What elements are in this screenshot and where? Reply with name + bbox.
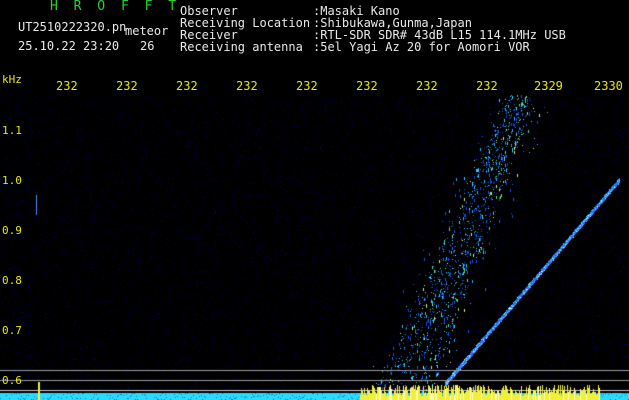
time-tick-label: 232 xyxy=(116,79,138,93)
info-value-antenna: :5el Yagi Az 20 for Aomori VOR xyxy=(313,40,530,54)
info-labels: Observer Receiving Location Receiver Rec… xyxy=(180,5,310,53)
time-tick-label: 232 xyxy=(56,79,78,93)
timestamp: 25.10.22 23:20 xyxy=(18,39,120,53)
app-title: H R O F F T xyxy=(50,0,181,14)
time-tick-label: 232 xyxy=(296,79,318,93)
spectrogram-plot xyxy=(0,0,629,400)
file-name: UT2510222320.pn xyxy=(18,20,127,34)
time-tick-label: 2330 xyxy=(594,79,623,93)
time-axis: 232 232 232 232 232 232 232 232 2329 233… xyxy=(0,76,629,94)
time-tick-label: 232 xyxy=(476,79,498,93)
frequency-tick-label: 0.7 xyxy=(2,324,22,337)
time-tick-label: 2329 xyxy=(534,79,563,93)
meteor-count: 26 xyxy=(140,39,155,53)
frequency-tick-label: 0.6 xyxy=(2,374,22,387)
hrofft-screen: H R O F F T UT2510222320.pn meteor 25.10… xyxy=(0,0,629,400)
frequency-tick-label: 1.1 xyxy=(2,124,22,137)
frequency-axis: kHz 1.1 1.0 0.9 0.8 0.7 0.6 xyxy=(0,70,22,400)
time-tick-label: 232 xyxy=(236,79,258,93)
info-label-antenna: Receiving antenna xyxy=(180,40,303,54)
time-tick-label: 232 xyxy=(176,79,198,93)
frequency-tick-label: 1.0 xyxy=(2,174,22,187)
info-values: :Masaki Kano :Shibukawa,Gunma,Japan :RTL… xyxy=(313,5,566,53)
frequency-unit: kHz xyxy=(2,73,22,86)
time-tick-label: 232 xyxy=(416,79,438,93)
frequency-tick-label: 0.9 xyxy=(2,224,22,237)
time-tick-label: 232 xyxy=(356,79,378,93)
frequency-tick-label: 0.8 xyxy=(2,274,22,287)
detection-tag: meteor xyxy=(125,24,169,38)
